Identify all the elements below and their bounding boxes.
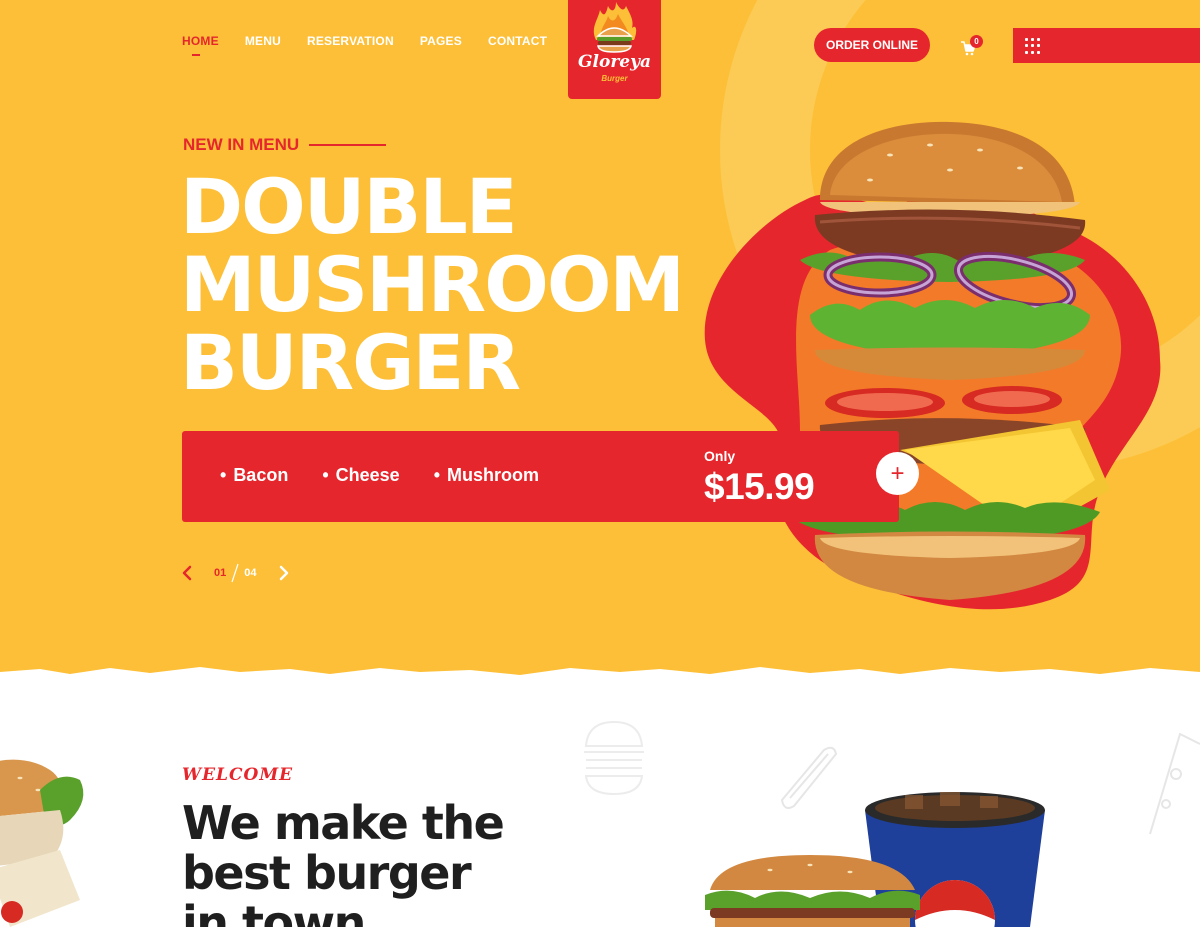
burger-image	[704, 121, 1161, 610]
hero-title-line: BURGER	[180, 318, 521, 407]
burger-drink-combo-image	[705, 792, 1045, 927]
slide-total: 04	[244, 567, 257, 579]
order-online-button[interactable]: ORDER ONLINE	[814, 28, 930, 62]
price-prefix: Only	[704, 448, 736, 464]
offcanvas-menu-button[interactable]	[1013, 28, 1200, 63]
chevron-left-icon[interactable]	[180, 564, 194, 582]
hero-title-line: DOUBLE	[180, 162, 518, 251]
ingredient-item: Bacon	[220, 465, 288, 486]
ingredient-item: Mushroom	[434, 465, 539, 486]
add-to-cart-plus-button[interactable]: +	[876, 452, 919, 495]
side-burger-image	[0, 759, 84, 927]
slider-pager: 01 04	[180, 563, 291, 583]
welcome-eyebrow: WELCOME	[182, 765, 294, 785]
pizza-doodle-icon	[1149, 732, 1200, 835]
nav-item-pages[interactable]: PAGES	[420, 34, 462, 48]
burger-doodle-icon	[584, 720, 644, 796]
plus-icon: +	[890, 460, 905, 487]
menu-grid-icon	[1025, 38, 1041, 54]
ingredient-item: Cheese	[322, 465, 400, 486]
nav-item-menu[interactable]: MENU	[245, 34, 281, 48]
welcome-title-line: We make the	[182, 796, 505, 850]
nav-item-home[interactable]: HOME	[182, 34, 219, 56]
eyebrow-divider	[309, 144, 386, 146]
nav-item-reservation[interactable]: RESERVATION	[307, 34, 394, 48]
chevron-right-icon[interactable]	[277, 564, 291, 582]
hero-section: HOME MENU RESERVATION PAGES CONTACT Glor…	[0, 0, 1200, 690]
slide-current: 01	[214, 567, 227, 579]
nav-item-contact[interactable]: CONTACT	[488, 34, 547, 48]
welcome-title: We make the best burger in town	[182, 796, 505, 927]
flame-burger-icon	[593, 2, 637, 53]
welcome-title-line: in town	[182, 896, 366, 927]
price-value: $15.99	[704, 466, 815, 507]
main-nav: HOME MENU RESERVATION PAGES CONTACT	[182, 34, 547, 56]
welcome-title-line: best burger	[182, 846, 472, 900]
brand-logo[interactable]: Gloreya Burger	[568, 0, 661, 99]
hero-eyebrow: NEW IN MENU	[183, 135, 300, 154]
cart-count-badge: 0	[970, 35, 983, 48]
hero-price-bar: Bacon Cheese Mushroom Only $15.99	[182, 431, 899, 522]
logo-subtitle: Burger	[601, 74, 628, 83]
hero-title: DOUBLE MUSHROOM BURGER	[180, 162, 685, 407]
hero-title-line: MUSHROOM	[180, 240, 685, 329]
logo-wordmark: Gloreya	[578, 52, 651, 72]
torn-paper-divider	[0, 667, 1200, 700]
pager-separator	[231, 563, 239, 583]
ingredient-list: Bacon Cheese Mushroom	[220, 465, 539, 486]
